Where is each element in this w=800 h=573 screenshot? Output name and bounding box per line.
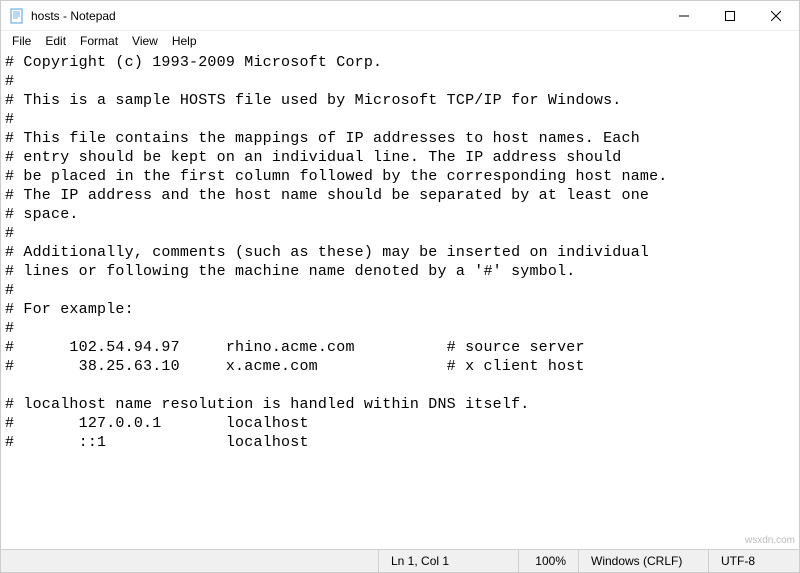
- menu-help[interactable]: Help: [165, 32, 204, 50]
- menu-view[interactable]: View: [125, 32, 165, 50]
- notepad-icon: [9, 8, 25, 24]
- text-editor[interactable]: # Copyright (c) 1993-2009 Microsoft Corp…: [1, 51, 799, 549]
- close-button[interactable]: [753, 1, 799, 31]
- status-zoom: 100%: [519, 550, 579, 572]
- window-title: hosts - Notepad: [31, 9, 116, 23]
- status-line-ending: Windows (CRLF): [579, 550, 709, 572]
- status-encoding: UTF-8: [709, 550, 799, 572]
- watermark-text: wsxdn.com: [745, 535, 795, 546]
- minimize-button[interactable]: [661, 1, 707, 31]
- menubar: File Edit Format View Help: [1, 31, 799, 51]
- status-position: Ln 1, Col 1: [379, 550, 519, 572]
- titlebar: hosts - Notepad: [1, 1, 799, 31]
- menu-edit[interactable]: Edit: [38, 32, 73, 50]
- menu-file[interactable]: File: [5, 32, 38, 50]
- menu-format[interactable]: Format: [73, 32, 125, 50]
- status-spacer: [1, 550, 379, 572]
- maximize-button[interactable]: [707, 1, 753, 31]
- statusbar: Ln 1, Col 1 100% Windows (CRLF) UTF-8: [1, 549, 799, 572]
